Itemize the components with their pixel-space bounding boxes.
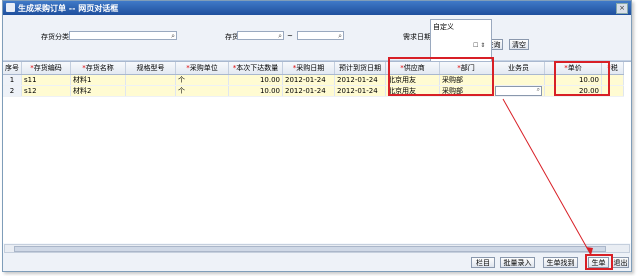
annotation-arrow <box>502 98 593 256</box>
